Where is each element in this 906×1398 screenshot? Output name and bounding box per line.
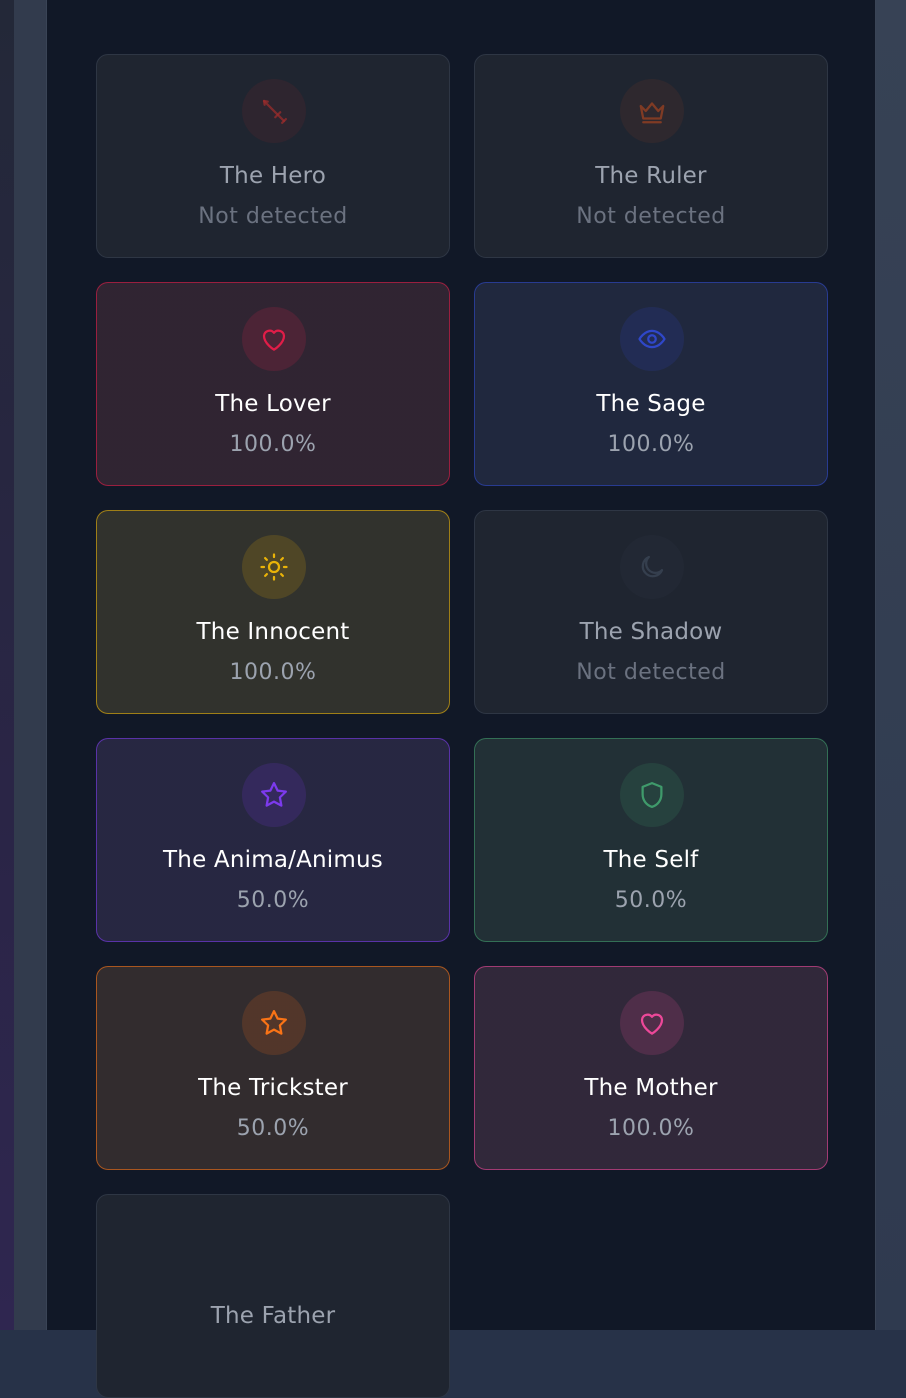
archetype-score: 50.0% (236, 1116, 310, 1141)
archetype-score: 50.0% (614, 888, 688, 913)
moon-icon (620, 535, 684, 599)
archetype-card-hero[interactable]: The Hero Not detected (96, 54, 450, 258)
archetype-name: The Innocent (196, 619, 350, 645)
archetype-score: 50.0% (236, 888, 310, 913)
archetype-card-self[interactable]: The Self 50.0% (474, 738, 828, 942)
sword-icon (242, 79, 306, 143)
archetype-name: The Lover (215, 391, 331, 417)
archetype-score: Not detected (198, 204, 348, 229)
archetype-score: Not detected (576, 204, 726, 229)
background-left-edge (0, 0, 14, 1330)
heart-icon (242, 307, 306, 371)
heart-icon (620, 991, 684, 1055)
sun-icon (242, 535, 306, 599)
archetype-card-ruler[interactable]: The Ruler Not detected (474, 54, 828, 258)
archetype-name: The Father (210, 1303, 336, 1329)
archetype-name: The Trickster (198, 1075, 348, 1101)
archetype-name: The Anima/Animus (163, 847, 383, 873)
archetype-card-anima-animus[interactable]: The Anima/Animus 50.0% (96, 738, 450, 942)
archetype-name: The Shadow (579, 619, 723, 645)
archetype-score: 100.0% (607, 432, 695, 457)
archetype-card-sage[interactable]: The Sage 100.0% (474, 282, 828, 486)
archetype-panel: The Hero Not detected The Ruler Not dete… (46, 0, 876, 1398)
shield-icon (620, 763, 684, 827)
archetype-score: Not detected (576, 660, 726, 685)
archetype-name: The Self (603, 847, 699, 873)
archetype-card-innocent[interactable]: The Innocent 100.0% (96, 510, 450, 714)
archetype-name: The Ruler (595, 163, 707, 189)
right-gutter (876, 0, 906, 1330)
star-icon (242, 991, 306, 1055)
archetype-card-mother[interactable]: The Mother 100.0% (474, 966, 828, 1170)
archetype-score: 100.0% (229, 432, 317, 457)
left-gutter (14, 0, 46, 1330)
crown-icon (620, 79, 684, 143)
archetype-card-trickster[interactable]: The Trickster 50.0% (96, 966, 450, 1170)
archetype-name: The Mother (584, 1075, 718, 1101)
eye-icon (620, 307, 684, 371)
archetype-score: 100.0% (607, 1116, 695, 1141)
archetype-name: The Sage (596, 391, 706, 417)
archetype-card-shadow[interactable]: The Shadow Not detected (474, 510, 828, 714)
archetype-card-father[interactable]: The Father (96, 1194, 450, 1398)
star-icon (242, 763, 306, 827)
archetype-score: 100.0% (229, 660, 317, 685)
archetype-card-lover[interactable]: The Lover 100.0% (96, 282, 450, 486)
archetype-name: The Hero (219, 163, 327, 189)
